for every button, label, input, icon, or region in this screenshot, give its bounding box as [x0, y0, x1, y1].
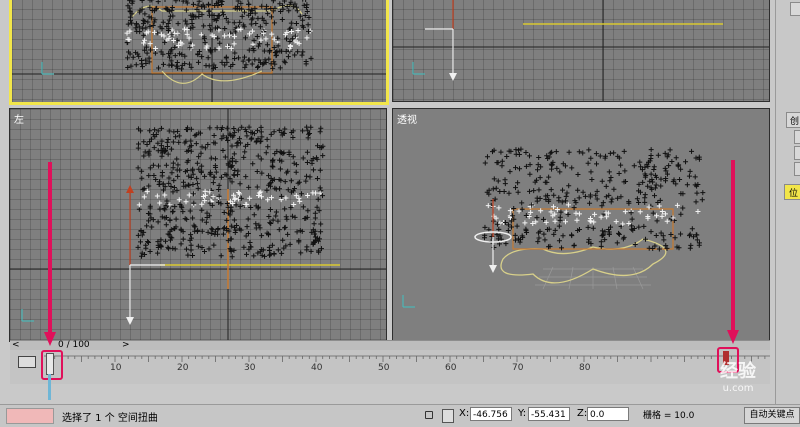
y-label: Y: [518, 408, 527, 419]
watermark-line1: 经验 [720, 361, 756, 382]
z-coordinate-field[interactable]: 0.0 [587, 407, 629, 421]
watermark-line2: u.com [722, 383, 754, 394]
annotation-arrows [44, 160, 739, 346]
x-coordinate-field[interactable]: -46.756 [470, 407, 512, 421]
auto-key-button[interactable]: 自动关键点 [744, 407, 800, 424]
grid-size: 栅格 = 10.0 [643, 411, 695, 421]
absolute-mode-icon[interactable] [442, 409, 454, 423]
status-color-swatch [6, 408, 54, 424]
x-label: X: [459, 408, 470, 419]
z-label: Z: [577, 408, 588, 419]
watermark: 经验 u.com [706, 357, 770, 401]
lock-icon[interactable] [425, 411, 433, 419]
selection-status: 选择了 1 个 空间扭曲 [62, 413, 158, 424]
y-coordinate-field[interactable]: -55.431 [528, 407, 570, 421]
